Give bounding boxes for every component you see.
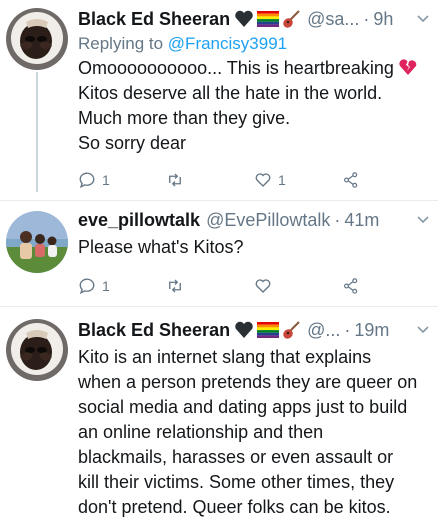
tweet-line: Kito is an internet slang that explains xyxy=(78,347,372,367)
tweet-actions: 1 xyxy=(78,272,430,300)
tweet-line: Much more than they give. xyxy=(78,108,291,128)
tweet-line: Omoooooooooo... This is heartbreaking xyxy=(78,58,394,78)
rainbow-flag-icon xyxy=(257,11,280,27)
retweet-icon xyxy=(169,173,181,187)
tweet-header: eve_pillowtalk @EvePillowtalk · 41m xyxy=(78,207,430,233)
tweet-time[interactable]: 41m xyxy=(344,210,379,231)
tweet-line: blackmails, harasses or even assault or xyxy=(78,447,394,467)
retweet-button[interactable] xyxy=(166,277,254,295)
tweet-content: Black Ed Sheeran @sa... · 9h Replying to… xyxy=(78,6,430,194)
tweet-actions: 1 1 xyxy=(78,166,430,194)
guitar-icon xyxy=(283,10,300,28)
tweet-line: when a person pretends they are queer on xyxy=(78,372,418,392)
avatar-eve-pillowtalk[interactable] xyxy=(6,211,68,273)
retweet-icon xyxy=(169,279,181,293)
tweet-header: Black Ed Sheeran @sa... · 9h xyxy=(78,6,430,32)
reply-button[interactable]: 1 xyxy=(78,277,166,295)
reply-button[interactable]: 1 xyxy=(78,171,166,189)
like-button[interactable] xyxy=(254,277,342,295)
chevron-down-icon[interactable] xyxy=(410,212,430,228)
author-name[interactable]: Black Ed Sheeran xyxy=(78,9,230,30)
reply-icon xyxy=(79,278,95,295)
author-name[interactable]: Black Ed Sheeran xyxy=(78,320,230,341)
author-handle[interactable]: @sa... xyxy=(307,9,359,30)
retweet-button[interactable] xyxy=(166,171,254,189)
tweet-header: Black Ed Sheeran @... · 19m xyxy=(78,317,430,343)
tweet-content: eve_pillowtalk @EvePillowtalk · 41m Plea… xyxy=(78,207,430,300)
rainbow-flag-icon xyxy=(257,322,280,338)
heart-icon xyxy=(255,173,271,187)
tweet-time[interactable]: 9h xyxy=(373,9,393,30)
tweet-text: Kito is an internet slang that explains … xyxy=(78,345,430,520)
heart-icon xyxy=(255,279,271,293)
share-button[interactable] xyxy=(342,277,430,295)
reply-count: 1 xyxy=(102,278,110,294)
guitar-icon xyxy=(283,321,300,339)
broken-heart-icon xyxy=(399,59,417,75)
tweet-1[interactable]: Black Ed Sheeran @sa... · 9h Replying to… xyxy=(0,0,438,200)
black-heart-icon xyxy=(235,10,253,28)
tweet-text: Omoooooooooo... This is heartbreaking Ki… xyxy=(78,56,430,156)
avatar-image xyxy=(6,8,68,70)
author-handle[interactable]: @... xyxy=(307,320,340,341)
avatar-image xyxy=(6,319,68,381)
separator-dot: · xyxy=(363,8,370,29)
share-icon xyxy=(344,278,358,294)
tweet-line: an online relationship and then xyxy=(78,422,324,442)
tweet-line: Please what's Kitos? xyxy=(78,237,244,257)
tweet-line: kill their victims. Some other times, th… xyxy=(78,472,395,492)
tweet-content: Black Ed Sheeran @... · 19m Kito is an i… xyxy=(78,317,430,520)
like-count: 1 xyxy=(278,172,286,188)
avatar-black-ed-sheeran[interactable] xyxy=(6,319,68,381)
reply-icon xyxy=(79,172,95,189)
replying-prefix: Replying to xyxy=(78,34,164,53)
tweet-line: don't pretend. Queer folks can be kitos. xyxy=(78,497,391,517)
share-icon xyxy=(344,172,358,188)
black-heart-icon xyxy=(235,321,253,338)
separator-dot: · xyxy=(334,209,341,230)
replying-to: Replying to @Francisy3991 xyxy=(78,34,430,54)
tweet-line: Kitos deserve all the hate in the world. xyxy=(78,83,383,103)
avatar-image xyxy=(6,211,68,273)
tweet-2[interactable]: eve_pillowtalk @EvePillowtalk · 41m Plea… xyxy=(0,201,438,307)
tweet-line: So sorry dear xyxy=(78,133,187,153)
separator-dot: · xyxy=(344,319,351,340)
tweet-time[interactable]: 19m xyxy=(354,320,389,341)
emoji-group xyxy=(234,320,301,340)
replying-to-link[interactable]: @Francisy3991 xyxy=(168,34,287,53)
tweet-line: social media and dating apps just to bui… xyxy=(78,397,408,417)
reply-count: 1 xyxy=(102,172,110,188)
author-handle[interactable]: @EvePillowtalk xyxy=(206,210,330,231)
tweet-text: Please what's Kitos? xyxy=(78,235,430,260)
author-name[interactable]: eve_pillowtalk xyxy=(78,210,200,231)
tweet-3[interactable]: Black Ed Sheeran @... · 19m Kito is an i… xyxy=(0,307,438,518)
share-button[interactable] xyxy=(342,171,430,189)
emoji-group xyxy=(234,9,301,29)
avatar-black-ed-sheeran[interactable] xyxy=(6,8,68,70)
chevron-down-icon[interactable] xyxy=(410,11,430,27)
like-button[interactable]: 1 xyxy=(254,171,342,189)
chevron-down-icon[interactable] xyxy=(410,322,430,338)
